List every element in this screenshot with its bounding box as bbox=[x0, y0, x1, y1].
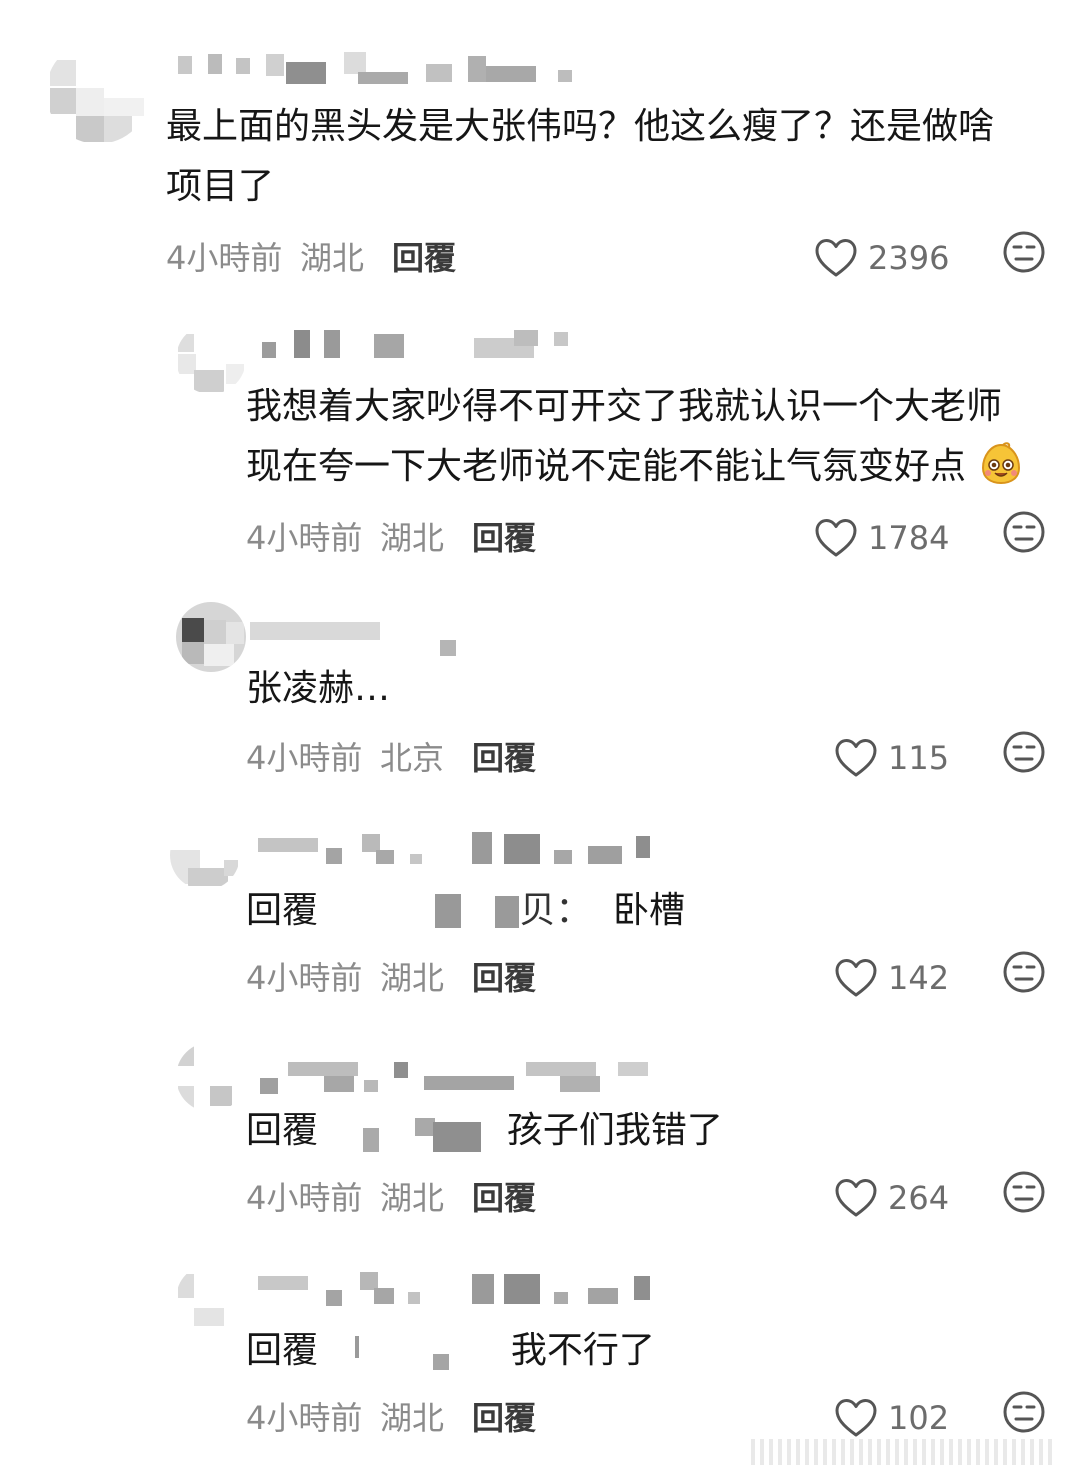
heart-outline-icon bbox=[835, 739, 877, 777]
like-count: 102 bbox=[888, 1399, 950, 1437]
heart-outline-icon bbox=[815, 519, 857, 557]
comment-text-line: 现在夸一下大老师说不定能不能让气氛变好点 bbox=[246, 438, 1023, 496]
location: 湖北 bbox=[380, 1179, 445, 1217]
heart-outline-icon bbox=[815, 239, 857, 277]
comment-meta: 4小時前 湖北 回覆 1784 bbox=[246, 511, 1046, 560]
reply-target-masked[interactable] bbox=[329, 1332, 493, 1372]
reply-text: 回覆 我不行了 bbox=[246, 1322, 655, 1380]
timestamp: 4小時前 bbox=[246, 1179, 363, 1217]
like-count: 1784 bbox=[868, 519, 950, 557]
comment-meta: 4小時前 湖北 回覆 2396 bbox=[166, 231, 1046, 280]
location: 湖北 bbox=[380, 519, 445, 557]
meh-face-icon[interactable] bbox=[1002, 1390, 1046, 1434]
reply-text: 回覆 孩子们我错了 bbox=[246, 1102, 723, 1160]
like-button[interactable]: 264 bbox=[834, 1172, 949, 1224]
timestamp: 4小時前 bbox=[246, 519, 363, 557]
username-masked[interactable] bbox=[260, 1058, 660, 1098]
reply-text-body: 我不行了 bbox=[510, 1330, 655, 1371]
username-masked[interactable] bbox=[178, 52, 578, 92]
username-masked[interactable] bbox=[258, 1272, 658, 1312]
timestamp: 4小時前 bbox=[246, 959, 363, 997]
like-count: 142 bbox=[888, 959, 950, 997]
reply-text-body: 卧槽 bbox=[612, 890, 685, 931]
timestamp: 4小時前 bbox=[246, 1399, 363, 1437]
comment-text-line: 张凌赫… bbox=[246, 668, 391, 709]
meh-face-icon[interactable] bbox=[1002, 730, 1046, 774]
meh-face-icon[interactable] bbox=[1002, 510, 1046, 554]
reply-text-body: 孩子们我错了 bbox=[506, 1110, 723, 1151]
reply-comment-item: 回覆 贝： 卧槽 4小時前 湖北 回覆 142 bbox=[0, 800, 1080, 1020]
comment-meta: 4小時前 北京 回覆 115 bbox=[246, 731, 1046, 780]
comment-text-line: 我想着大家吵得不可开交了我就认识一个大老师 bbox=[246, 386, 1003, 427]
comment-meta: 4小時前 湖北 回覆 142 bbox=[246, 951, 1046, 1000]
avatar[interactable] bbox=[170, 820, 240, 890]
reply-text: 回覆 贝： 卧槽 bbox=[246, 882, 685, 940]
timestamp: 4小時前 bbox=[246, 739, 363, 777]
meh-face-icon[interactable] bbox=[1002, 1170, 1046, 1214]
reply-target-masked[interactable] bbox=[329, 1112, 489, 1152]
comment-text-line: 项目了 bbox=[166, 166, 275, 207]
reply-button[interactable]: 回覆 bbox=[472, 516, 536, 560]
username-masked[interactable] bbox=[262, 328, 582, 368]
heart-outline-icon bbox=[835, 959, 877, 997]
like-button[interactable]: 1784 bbox=[814, 512, 949, 564]
like-button[interactable]: 2396 bbox=[814, 232, 949, 284]
like-count: 2396 bbox=[868, 239, 950, 277]
watermark-bars bbox=[751, 1439, 1052, 1465]
avatar[interactable] bbox=[46, 40, 150, 144]
reply-prefix: 回覆 bbox=[246, 1330, 319, 1371]
reply-prefix: 回覆 bbox=[246, 890, 319, 931]
location: 湖北 bbox=[300, 239, 365, 277]
heart-outline-icon bbox=[835, 1179, 877, 1217]
location: 湖北 bbox=[380, 959, 445, 997]
location: 北京 bbox=[380, 739, 445, 777]
smiling-face-emoji bbox=[982, 442, 1021, 485]
comment-text-line: 最上面的黑头发是大张伟吗？他这么瘦了？还是做啥 bbox=[166, 106, 995, 147]
avatar[interactable] bbox=[176, 602, 246, 672]
reply-button[interactable]: 回覆 bbox=[472, 736, 536, 780]
timestamp: 4小時前 bbox=[166, 239, 283, 277]
meh-face-icon[interactable] bbox=[1002, 950, 1046, 994]
location: 湖北 bbox=[380, 1399, 445, 1437]
like-button[interactable]: 142 bbox=[834, 952, 949, 1004]
reply-comment-item: 回覆 孩子们我错了 4小時前 湖北 回覆 264 bbox=[0, 1020, 1080, 1240]
like-count: 264 bbox=[888, 1179, 950, 1217]
reply-target-suffix: 贝： bbox=[519, 890, 592, 931]
heart-outline-icon bbox=[835, 1399, 877, 1437]
like-button[interactable]: 102 bbox=[834, 1392, 949, 1444]
comment-meta: 4小時前 湖北 回覆 102 bbox=[246, 1391, 1046, 1440]
reply-button[interactable]: 回覆 bbox=[472, 1176, 536, 1220]
meh-face-icon[interactable] bbox=[1002, 230, 1046, 274]
username-masked[interactable] bbox=[258, 832, 658, 872]
reply-prefix: 回覆 bbox=[246, 1110, 319, 1151]
comment-meta: 4小時前 湖北 回覆 264 bbox=[246, 1171, 1046, 1220]
reply-button[interactable]: 回覆 bbox=[472, 1396, 536, 1440]
reply-target-masked[interactable] bbox=[329, 892, 520, 932]
avatar[interactable] bbox=[176, 1042, 246, 1112]
username-masked[interactable] bbox=[250, 616, 470, 656]
reply-comment-item: 我想着大家吵得不可开交了我就认识一个大老师 现在夸一下大老师说不定能不能让气氛变… bbox=[0, 300, 1080, 580]
like-count: 115 bbox=[888, 739, 950, 777]
comment-item: 最上面的黑头发是大张伟吗？他这么瘦了？还是做啥 项目了 4小時前 湖北 回覆 2… bbox=[0, 0, 1080, 300]
reply-button[interactable]: 回覆 bbox=[392, 236, 456, 280]
avatar[interactable] bbox=[176, 1264, 246, 1334]
avatar[interactable] bbox=[176, 324, 246, 394]
reply-comment-item: 张凌赫… 4小時前 北京 回覆 115 bbox=[0, 580, 1080, 800]
like-button[interactable]: 115 bbox=[834, 732, 949, 784]
reply-button[interactable]: 回覆 bbox=[472, 956, 536, 1000]
